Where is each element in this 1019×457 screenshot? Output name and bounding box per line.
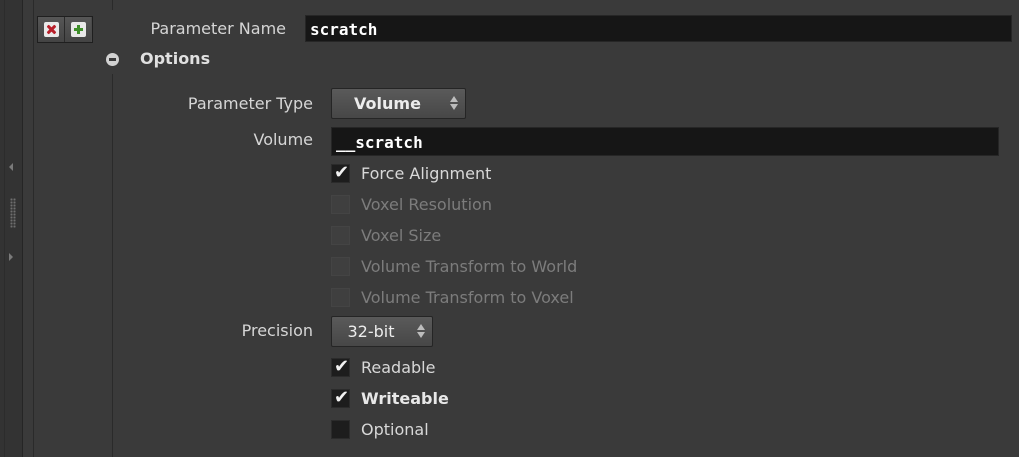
close-icon bbox=[43, 22, 59, 37]
expand-right-icon[interactable] bbox=[9, 253, 13, 261]
optional-row[interactable]: Optional bbox=[331, 419, 429, 439]
collapse-left-icon[interactable] bbox=[9, 163, 13, 171]
parameter-type-dropdown[interactable]: Volume bbox=[331, 88, 466, 119]
voxel-resolution-label: Voxel Resolution bbox=[361, 194, 492, 214]
options-section-title[interactable]: Options bbox=[140, 49, 210, 68]
precision-value: 32-bit bbox=[347, 322, 395, 341]
collapse-strip[interactable] bbox=[0, 0, 23, 457]
readable-label: Readable bbox=[361, 357, 436, 377]
optional-checkbox[interactable] bbox=[331, 419, 350, 439]
volume-transform-voxel-label: Volume Transform to Voxel bbox=[361, 287, 574, 307]
writeable-checkbox[interactable]: ✔ bbox=[331, 386, 350, 408]
voxel-size-label: Voxel Size bbox=[361, 225, 442, 245]
voxel-size-row: Voxel Size bbox=[331, 225, 441, 245]
volume-field[interactable]: __scratch bbox=[331, 127, 999, 156]
volume-transform-world-checkbox bbox=[331, 256, 350, 276]
parameter-name-field[interactable]: scratch bbox=[305, 15, 1012, 42]
writeable-row[interactable]: ✔ Writeable bbox=[331, 386, 449, 408]
guide-line bbox=[33, 0, 34, 457]
volume-transform-voxel-row: Volume Transform to Voxel bbox=[331, 287, 574, 307]
force-alignment-checkbox[interactable]: ✔ bbox=[331, 161, 350, 183]
precision-label: Precision bbox=[241, 321, 313, 340]
readable-checkbox[interactable]: ✔ bbox=[331, 355, 350, 377]
updown-arrows-icon bbox=[417, 324, 426, 339]
updown-arrows-icon bbox=[450, 96, 459, 111]
voxel-resolution-checkbox bbox=[331, 194, 350, 214]
force-alignment-row[interactable]: ✔ Force Alignment bbox=[331, 161, 492, 183]
writeable-label: Writeable bbox=[361, 388, 449, 408]
parameter-name-label: Parameter Name bbox=[150, 19, 286, 38]
remove-instance-button[interactable] bbox=[38, 17, 64, 42]
force-alignment-label: Force Alignment bbox=[361, 163, 492, 183]
parameter-type-label: Parameter Type bbox=[187, 94, 313, 113]
volume-label: Volume bbox=[253, 130, 313, 149]
drag-grip-icon[interactable] bbox=[10, 198, 16, 228]
volume-transform-world-row: Volume Transform to World bbox=[331, 256, 577, 276]
parameter-editor: Parameter Name scratch Options Parameter… bbox=[0, 0, 1019, 457]
precision-dropdown[interactable]: 32-bit bbox=[331, 316, 433, 347]
optional-label: Optional bbox=[361, 419, 429, 439]
parameter-type-value: Volume bbox=[354, 94, 421, 113]
checkmark-icon: ✔ bbox=[334, 355, 350, 377]
guide-line bbox=[112, 74, 113, 457]
multiparm-buttons bbox=[37, 16, 93, 43]
strip-divider bbox=[4, 0, 5, 457]
readable-row[interactable]: ✔ Readable bbox=[331, 355, 436, 377]
voxel-resolution-row: Voxel Resolution bbox=[331, 194, 492, 214]
checkmark-icon: ✔ bbox=[334, 161, 350, 183]
guide-line bbox=[112, 0, 113, 10]
plus-icon bbox=[70, 22, 86, 37]
voxel-size-checkbox bbox=[331, 225, 350, 245]
collapse-section-icon[interactable] bbox=[106, 53, 119, 66]
insert-instance-button[interactable] bbox=[64, 17, 91, 42]
volume-transform-voxel-checkbox bbox=[331, 287, 350, 307]
checkmark-icon: ✔ bbox=[334, 386, 350, 408]
volume-transform-world-label: Volume Transform to World bbox=[361, 256, 578, 276]
